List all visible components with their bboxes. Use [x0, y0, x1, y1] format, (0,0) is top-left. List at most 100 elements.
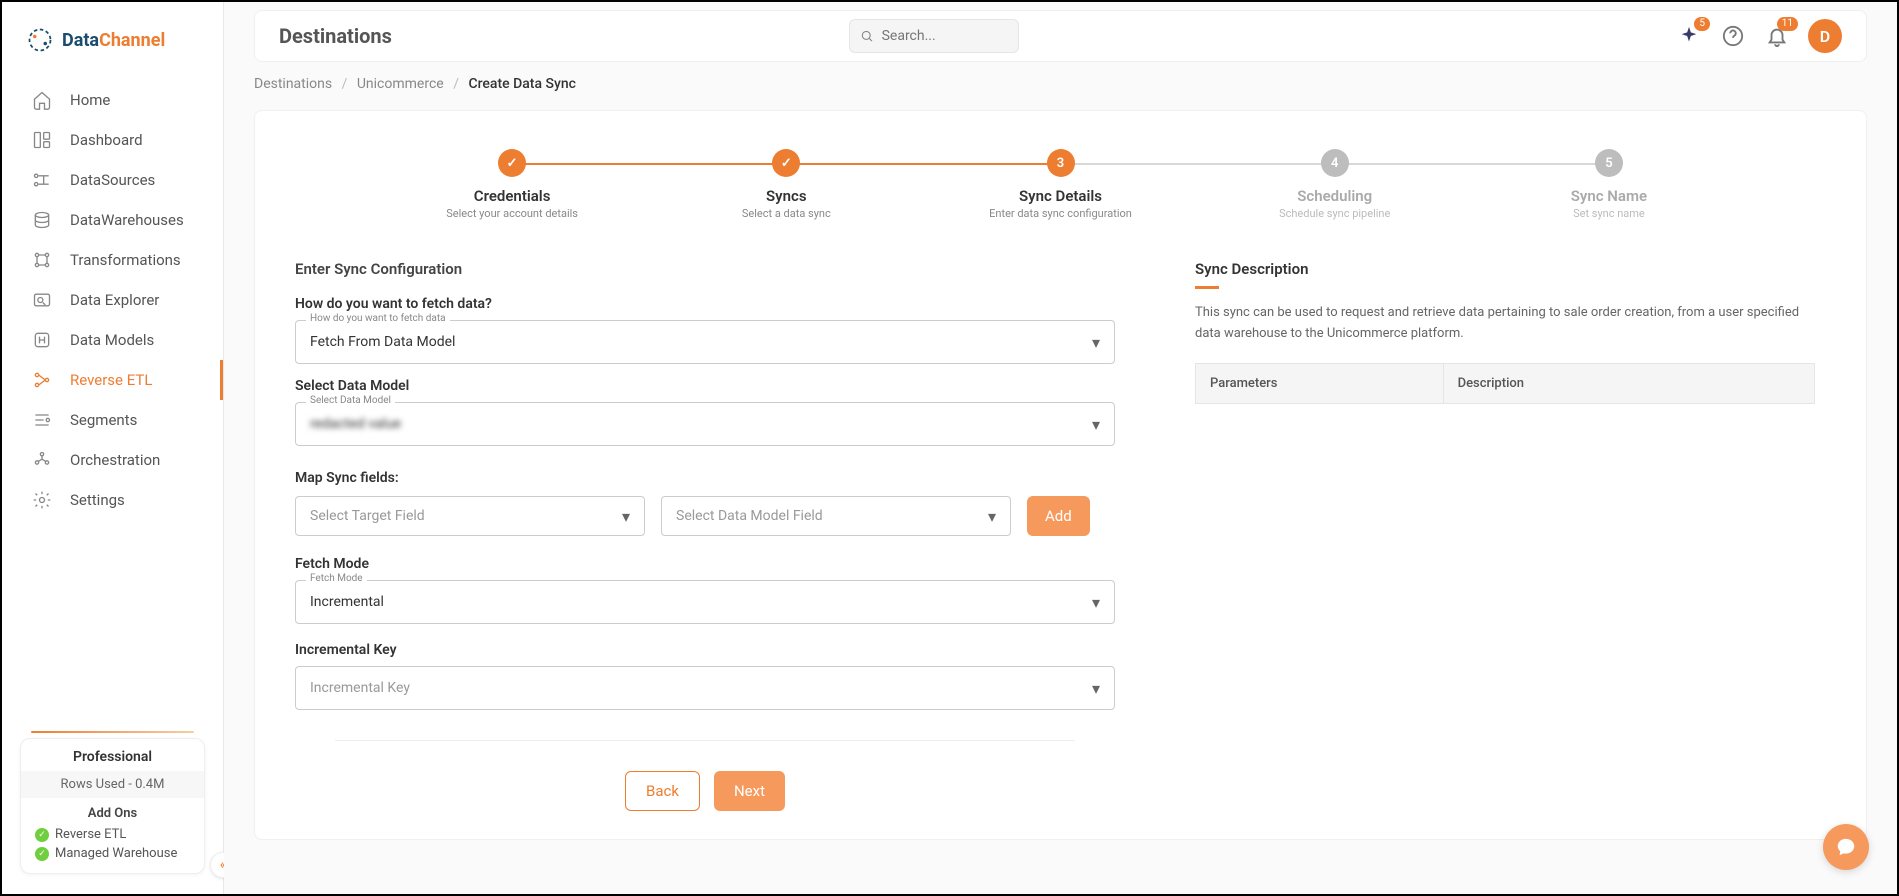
sidebar-item-label: Data Explorer	[70, 291, 159, 309]
chat-icon	[1835, 836, 1857, 858]
step-credentials[interactable]: ✓ Credentials Select your account detail…	[375, 149, 649, 220]
step-circle-future: 5	[1595, 149, 1623, 177]
explorer-icon	[32, 290, 52, 310]
fetch-data-select[interactable]: How do you want to fetch data Fetch From…	[295, 320, 1115, 364]
stepper: ✓ Credentials Select your account detail…	[375, 149, 1746, 220]
notifications-badge: 11	[1777, 17, 1798, 31]
chat-button[interactable]	[1823, 824, 1869, 870]
logo[interactable]: DataChannel	[2, 2, 223, 72]
search-icon	[860, 28, 874, 44]
step-sync-name: 5 Sync Name Set sync name	[1472, 149, 1746, 220]
sidebar-item-reverse-etl[interactable]: Reverse ETL	[2, 360, 223, 400]
sync-description-title: Sync Description	[1195, 260, 1815, 278]
breadcrumb-unicommerce[interactable]: Unicommerce	[357, 76, 444, 92]
check-icon: ✓	[35, 828, 49, 842]
segments-icon	[32, 410, 52, 430]
plan-addon-reverse-etl: ✓Reverse ETL	[21, 825, 204, 844]
sidebar-item-segments[interactable]: Segments	[2, 400, 223, 440]
caret-down-icon: ▾	[1092, 593, 1100, 612]
home-icon	[32, 90, 52, 110]
reverse-etl-icon	[32, 370, 52, 390]
target-field-select[interactable]: Select Target Field ▾	[295, 496, 645, 536]
sidebar-item-label: Dashboard	[70, 131, 143, 149]
sparkle-button[interactable]: 5	[1676, 23, 1702, 49]
step-circle-future: 4	[1321, 149, 1349, 177]
step-circle-active: 3	[1047, 149, 1075, 177]
step-syncs[interactable]: ✓ Syncs Select a data sync	[649, 149, 923, 220]
fetch-mode-label: Fetch Mode	[295, 556, 1115, 572]
search-box[interactable]	[849, 19, 1019, 53]
content-card: ✓ Credentials Select your account detail…	[254, 110, 1867, 840]
orchestration-icon	[32, 450, 52, 470]
next-button[interactable]: Next	[714, 771, 785, 811]
map-fields-label: Map Sync fields:	[295, 470, 1115, 486]
sidebar-item-dashboard[interactable]: Dashboard	[2, 120, 223, 160]
sidebar-item-datasources[interactable]: DataSources	[2, 160, 223, 200]
sidebar-item-label: Reverse ETL	[70, 371, 152, 389]
plan-rows-used: Rows Used - 0.4M	[21, 771, 204, 798]
sidebar-item-home[interactable]: Home	[2, 80, 223, 120]
transformations-icon	[32, 250, 52, 270]
sidebar-item-settings[interactable]: Settings	[2, 480, 223, 520]
step-sync-details[interactable]: 3 Sync Details Enter data sync configura…	[923, 149, 1197, 220]
back-button[interactable]: Back	[625, 771, 700, 811]
breadcrumb: Destinations / Unicommerce / Create Data…	[254, 76, 1867, 92]
avatar[interactable]: D	[1808, 19, 1842, 53]
plan-card: Professional Rows Used - 0.4M Add Ons ✓R…	[20, 738, 205, 874]
sidebar-item-label: Segments	[70, 411, 137, 429]
sidebar-item-label: Data Models	[70, 331, 154, 349]
gear-icon	[32, 490, 52, 510]
plan-addon-managed-warehouse: ✓Managed Warehouse	[21, 844, 204, 863]
plan-title: Professional	[21, 749, 204, 771]
sidebar-item-label: Transformations	[70, 251, 181, 269]
sidebar-item-data-models[interactable]: Data Models	[2, 320, 223, 360]
caret-down-icon: ▾	[622, 507, 630, 526]
models-icon	[32, 330, 52, 350]
data-model-label: Select Data Model	[295, 378, 1115, 394]
topbar: Destinations 5 11 D	[254, 10, 1867, 62]
caret-down-icon: ▾	[1092, 415, 1100, 434]
caret-down-icon: ▾	[1092, 333, 1100, 352]
dashboard-icon	[32, 130, 52, 150]
add-button[interactable]: Add	[1027, 496, 1090, 536]
main: Destinations 5 11 D Destinations / U	[224, 2, 1897, 894]
table-header-description: Description	[1443, 363, 1814, 403]
divider	[335, 740, 1075, 741]
table-header-parameters: Parameters	[1196, 363, 1444, 403]
title-underline	[1195, 286, 1219, 289]
check-icon: ✓	[35, 847, 49, 861]
fetch-mode-select[interactable]: Fetch Mode Incremental ▾	[295, 580, 1115, 624]
sparkle-badge: 5	[1694, 17, 1710, 31]
sidebar-item-label: Orchestration	[70, 451, 160, 469]
help-icon	[1722, 25, 1744, 47]
sidebar-item-label: Home	[70, 91, 110, 109]
caret-down-icon: ▾	[1092, 679, 1100, 698]
help-button[interactable]	[1720, 23, 1746, 49]
step-circle-done: ✓	[498, 149, 526, 177]
incremental-key-select[interactable]: Incremental Key ▾	[295, 666, 1115, 710]
datasources-icon	[32, 170, 52, 190]
logo-icon	[26, 26, 54, 54]
sidebar-item-data-explorer[interactable]: Data Explorer	[2, 280, 223, 320]
fetch-data-label: How do you want to fetch data?	[295, 296, 1115, 312]
section-title: Enter Sync Configuration	[295, 260, 1115, 278]
notifications-button[interactable]: 11	[1764, 23, 1790, 49]
step-scheduling: 4 Scheduling Schedule sync pipeline	[1198, 149, 1472, 220]
breadcrumb-destinations[interactable]: Destinations	[254, 76, 332, 92]
data-model-field-select[interactable]: Select Data Model Field ▾	[661, 496, 1011, 536]
caret-down-icon: ▾	[988, 507, 996, 526]
sidebar: DataChannel Home Dashboard DataSources D…	[2, 2, 224, 894]
search-input[interactable]	[882, 28, 1008, 44]
sidebar-item-datawarehouses[interactable]: DataWarehouses	[2, 200, 223, 240]
plan-addons-label: Add Ons	[21, 798, 204, 825]
sidebar-item-label: DataWarehouses	[70, 211, 184, 229]
sidebar-item-transformations[interactable]: Transformations	[2, 240, 223, 280]
nav: Home Dashboard DataSources DataWarehouse…	[2, 72, 223, 528]
incremental-key-label: Incremental Key	[295, 642, 1115, 658]
data-model-select[interactable]: Select Data Model redacted value ▾	[295, 402, 1115, 446]
step-circle-done: ✓	[772, 149, 800, 177]
logo-text-2: Channel	[99, 30, 165, 51]
parameters-table: Parameters Description	[1195, 363, 1815, 404]
sync-description-text: This sync can be used to request and ret…	[1195, 303, 1815, 345]
sidebar-item-orchestration[interactable]: Orchestration	[2, 440, 223, 480]
